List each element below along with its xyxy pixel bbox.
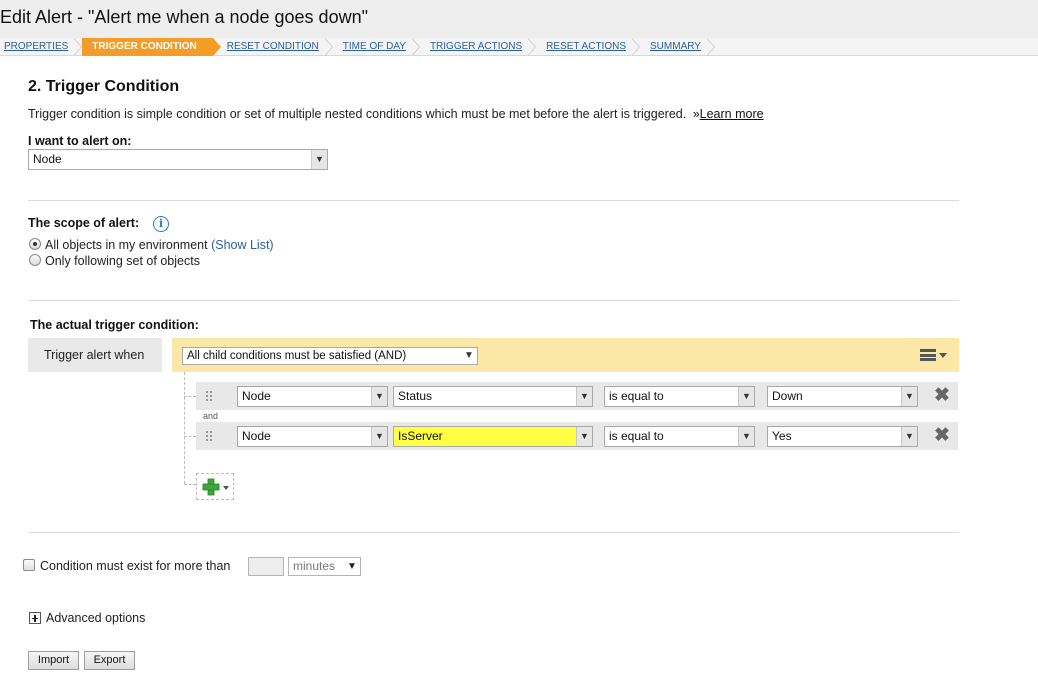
tree-connector: [184, 372, 185, 484]
scope-all-label: All objects in my environment (Show List…: [45, 238, 274, 252]
step-properties[interactable]: PROPERTIES: [0, 38, 83, 56]
advanced-options-label[interactable]: Advanced options: [46, 611, 145, 625]
step-reset-actions[interactable]: RESET ACTIONS: [536, 38, 640, 56]
chevron-down-icon: ▼: [738, 427, 754, 446]
scope-all-text: All objects in my environment: [45, 238, 208, 252]
section-heading: 2. Trigger Condition: [28, 78, 180, 95]
duration-unit-value: minutes: [293, 559, 336, 573]
condition-operator-value: is equal to: [609, 389, 664, 403]
tree-connector: [184, 436, 196, 437]
wizard-steps: PROPERTIES TRIGGER CONDITION RESET CONDI…: [0, 38, 1038, 56]
show-list-link[interactable]: (Show List): [211, 238, 274, 252]
divider: [28, 200, 959, 201]
scope-following-label: Only following set of objects: [45, 254, 200, 268]
group-operator-select[interactable]: All child conditions must be satisfied (…: [182, 347, 478, 365]
export-button[interactable]: Export: [84, 651, 135, 670]
chevron-down-icon: ▼: [347, 561, 357, 572]
drag-handle-icon[interactable]: [205, 430, 213, 442]
chevron-down-icon: ▼: [738, 387, 754, 406]
step-summary[interactable]: SUMMARY: [640, 38, 715, 56]
tree-connector: [184, 484, 196, 485]
trigger-condition-label: The actual trigger condition:: [30, 318, 199, 332]
condition-value-select[interactable]: Yes ▼: [767, 426, 918, 447]
alert-on-value: Node: [33, 152, 62, 166]
alert-on-select[interactable]: Node ▼: [28, 149, 328, 170]
chevron-down-icon: ▼: [576, 427, 592, 446]
condition-value-value: Yes: [772, 429, 792, 443]
duration-unit-select[interactable]: minutes ▼: [288, 557, 361, 576]
step-trigger-condition[interactable]: TRIGGER CONDITION: [82, 38, 222, 56]
chevron-down-icon: ▼: [901, 427, 917, 446]
duration-amount-input[interactable]: [248, 557, 284, 576]
group-operator-value: All child conditions must be satisfied (…: [187, 350, 407, 362]
condition-field-select[interactable]: IsServer ▼: [393, 426, 593, 447]
section-description: Trigger condition is simple condition or…: [28, 107, 764, 121]
condition-field-value: Status: [398, 389, 433, 403]
add-condition-button[interactable]: [196, 473, 234, 500]
condition-field-value: IsServer: [398, 429, 443, 443]
step-time-of-day[interactable]: TIME OF DAY: [333, 38, 421, 56]
condition-object-select[interactable]: Node ▼: [237, 386, 388, 407]
condition-object-value: Node: [242, 429, 271, 443]
description-text: Trigger condition is simple condition or…: [28, 107, 687, 121]
chevron-down-icon: ▼: [371, 427, 387, 446]
import-button[interactable]: Import: [28, 651, 79, 670]
condition-operator-select[interactable]: is equal to ▼: [604, 386, 755, 407]
window-title: Edit Alert - "Alert me when a node goes …: [0, 0, 1038, 38]
drag-handle-icon[interactable]: [205, 390, 213, 402]
remove-condition-icon[interactable]: ✖: [934, 386, 950, 405]
hamburger-icon: [920, 349, 936, 361]
info-icon[interactable]: i: [153, 216, 169, 232]
caret-down-icon: [939, 353, 947, 358]
condition-operator-value: is equal to: [609, 429, 664, 443]
condition-object-select[interactable]: Node ▼: [237, 426, 388, 447]
chevron-down-icon: ▼: [464, 350, 474, 361]
plus-icon: [202, 478, 229, 496]
chevron-down-icon: ▼: [901, 387, 917, 406]
scope-label: The scope of alert:: [28, 216, 140, 230]
condition-value-select[interactable]: Down ▼: [767, 386, 918, 407]
divider: [28, 300, 959, 301]
remove-condition-icon[interactable]: ✖: [934, 426, 950, 445]
alert-on-label: I want to alert on:: [28, 134, 132, 148]
learn-more-prefix: »: [692, 107, 700, 121]
chevron-down-icon: ▼: [371, 387, 387, 406]
duration-checkbox[interactable]: [23, 559, 35, 571]
scope-following-radio[interactable]: [29, 254, 41, 266]
condition-value-value: Down: [772, 389, 803, 403]
condition-operator-select[interactable]: is equal to ▼: [604, 426, 755, 447]
chevron-down-icon: ▼: [311, 150, 327, 169]
duration-label: Condition must exist for more than: [40, 559, 231, 573]
tree-connector: [184, 396, 196, 397]
group-menu-button[interactable]: [915, 344, 951, 366]
chevron-down-icon: ▼: [576, 387, 592, 406]
scope-all-radio[interactable]: [29, 238, 41, 250]
learn-more-link[interactable]: Learn more: [700, 107, 764, 121]
condition-object-value: Node: [242, 389, 271, 403]
step-trigger-actions[interactable]: TRIGGER ACTIONS: [420, 38, 537, 56]
condition-field-select[interactable]: Status ▼: [393, 386, 593, 407]
trigger-alert-when-label: Trigger alert when: [28, 338, 162, 372]
expand-icon[interactable]: [29, 612, 41, 624]
divider: [28, 532, 959, 533]
and-connector-label: and: [203, 411, 219, 421]
step-reset-condition[interactable]: RESET CONDITION: [213, 38, 333, 56]
